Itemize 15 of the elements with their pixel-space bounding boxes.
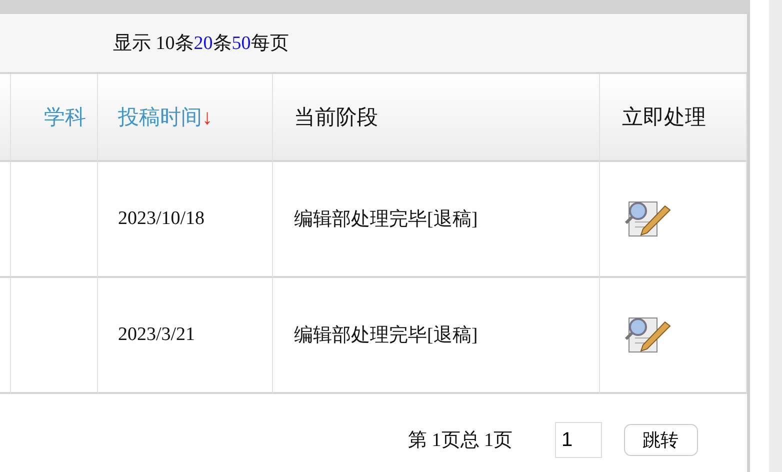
page-input[interactable]: 1 — [554, 422, 602, 458]
stage-cell-text: 编辑部处理完毕[退稿] — [294, 324, 478, 348]
jump-button[interactable]: 跳转 — [624, 424, 698, 456]
column-header: 当前阶段 — [294, 104, 378, 131]
column-header[interactable]: 投稿时间↓ — [118, 103, 212, 131]
column-header: 立即处理 — [622, 104, 706, 131]
document-magnifier-pencil-icon[interactable] — [625, 200, 671, 238]
stage-cell-text: 编辑部处理完毕[退稿] — [294, 208, 478, 232]
page-size-link[interactable]: 50 — [232, 33, 251, 54]
document-magnifier-pencil-icon[interactable] — [625, 316, 671, 354]
page-size-link[interactable]: 20 — [194, 33, 213, 54]
date-cell: 2023/3/21 — [118, 324, 196, 346]
page-info: 第 1页总 1页 — [408, 429, 512, 453]
page-size-text: 显示 10条20条50每页 — [113, 32, 289, 56]
date-cell: 2023/10/18 — [118, 208, 205, 230]
